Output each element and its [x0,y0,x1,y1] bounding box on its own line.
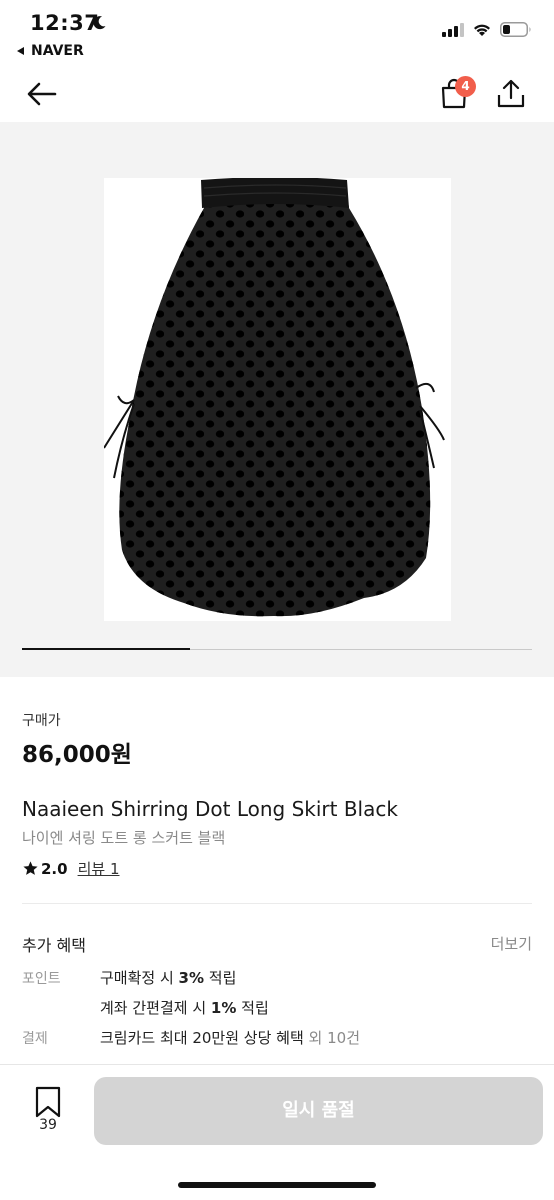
review-link[interactable]: 리뷰 1 [78,858,120,879]
status-indicators [442,22,532,37]
home-indicator[interactable] [178,1182,376,1188]
point-benefit-purchase: 구매확정 시 3% 적립 [100,969,237,987]
star-icon [23,861,38,875]
benefits-more-link[interactable]: 더보기 [491,933,532,954]
moon-icon [93,16,106,30]
product-name-english: Naaieen Shirring Dot Long Skirt Black [22,797,398,821]
status-bar: 12:37 NAVER [0,0,554,59]
payment-label: 결제 [22,1031,48,1047]
rating-row: 2.0 리뷰 1 [22,858,120,879]
product-photo [103,177,451,621]
product-price: 86,000원 [22,742,132,768]
bookmark-icon[interactable] [30,1085,66,1121]
product-name-korean: 나이엔 셔링 도트 롱 스커트 블랙 [22,829,226,847]
back-triangle-icon [17,47,24,55]
arrow-left-icon[interactable] [24,76,60,112]
wifi-icon [474,24,490,36]
status-time: 12:37 [30,11,100,35]
back-app-label: NAVER [31,43,84,59]
product-image-gallery[interactable] [0,122,554,677]
price-label: 구매가 [22,713,61,729]
share-icon[interactable] [493,76,529,112]
rating-value: 2.0 [41,859,68,878]
sold-out-button[interactable]: 일시 품절 [94,1077,543,1145]
cart-count-badge: 4 [455,76,476,97]
skirt-illustration [103,177,445,617]
bookmark-count: 39 [39,1117,57,1133]
point-benefit-account: 계좌 간편결제 시 1% 적립 [100,999,269,1017]
section-divider [22,903,532,904]
gallery-progress-indicator [22,648,191,650]
signal-icon [442,22,464,37]
back-to-app-button[interactable]: NAVER [16,43,84,59]
benefits-title: 추가 혜택 [22,936,86,955]
payment-benefit: 크림카드 최대 20만원 상당 혜택 외 10건 [100,1029,360,1047]
battery-icon [500,22,531,37]
point-label: 포인트 [22,971,61,987]
